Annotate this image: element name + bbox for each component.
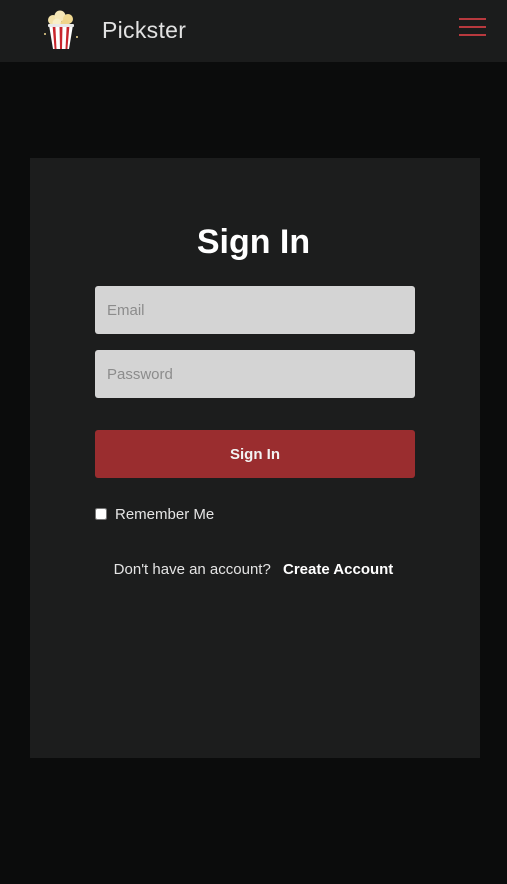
create-account-link[interactable]: Create Account (283, 561, 393, 578)
password-field[interactable] (95, 350, 415, 398)
remember-me-checkbox[interactable] (95, 508, 107, 520)
signup-prompt: Don't have an account? Create Account (0, 560, 507, 580)
email-field[interactable] (95, 286, 415, 334)
no-account-text: Don't have an account? (113, 561, 271, 578)
top-navbar: Pickster (0, 0, 507, 62)
menu-bar (459, 34, 486, 36)
menu-bar (459, 18, 486, 20)
remember-me[interactable]: Remember Me (95, 504, 214, 524)
menu-bar (459, 26, 486, 28)
hamburger-menu-icon[interactable] (458, 16, 488, 40)
sign-in-button[interactable]: Sign In (95, 430, 415, 478)
page-title: Sign In (196, 223, 311, 261)
brand-name[interactable]: Pickster (102, 15, 186, 45)
popcorn-icon[interactable] (40, 9, 82, 51)
remember-me-label: Remember Me (115, 505, 215, 523)
